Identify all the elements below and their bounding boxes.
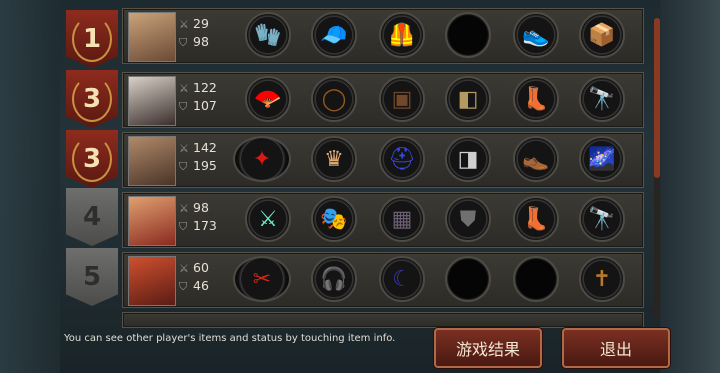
player-avatar <box>128 12 176 62</box>
attack-icon: ⚔ <box>179 142 189 155</box>
player-stats: ⚔ 142 ⛉ 195 <box>179 139 229 175</box>
binoculars-icon[interactable]: 🔭 <box>579 76 625 122</box>
twin-blades-icon[interactable]: ⚔ <box>245 196 291 242</box>
attack-icon: ⚔ <box>179 18 189 31</box>
attack-value: 29 <box>193 16 209 31</box>
defense-icon: ⛉ <box>179 160 188 173</box>
stone-armor-icon[interactable]: ▦ <box>379 196 425 242</box>
rank-badge: 3 <box>66 70 118 128</box>
player-row[interactable]: ⚔ 60 ⛉ 46 ✂ 🎧 ☾ ✝ <box>122 252 644 308</box>
defense-icon: ⛉ <box>179 220 188 233</box>
defense-icon: ⛉ <box>179 100 188 113</box>
cloak-icon[interactable]: ☾ <box>379 256 425 302</box>
cross-icon[interactable]: ✝ <box>579 256 625 302</box>
ring-icon[interactable]: ◯ <box>311 76 357 122</box>
player-row[interactable]: ⚔ 29 ⛉ 98 🧤 🧢 🦺 👟 📦 <box>122 8 644 64</box>
blue-helmet-icon[interactable]: ⛑ <box>379 136 425 182</box>
exit-button[interactable]: 退出 <box>562 328 670 368</box>
empty-slot[interactable] <box>513 256 559 302</box>
scrollbar-thumb[interactable] <box>654 18 660 178</box>
sneakers-icon[interactable]: 👟 <box>513 12 559 58</box>
defense-value: 107 <box>193 98 217 113</box>
player-stats: ⚔ 98 ⛉ 173 <box>179 199 229 235</box>
mask-icon[interactable]: 🎭 <box>311 196 357 242</box>
cap-icon[interactable]: 🧢 <box>311 12 357 58</box>
defense-value: 173 <box>193 218 217 233</box>
box-icon[interactable]: 📦 <box>579 12 625 58</box>
player-avatar <box>128 136 176 186</box>
player-stats: ⚔ 60 ⛉ 46 <box>179 259 229 295</box>
shield-icon[interactable]: ⛊ <box>445 196 491 242</box>
rank-badge: 5 <box>66 248 118 306</box>
binoculars-icon[interactable]: 🔭 <box>579 196 625 242</box>
defense-value: 195 <box>193 158 217 173</box>
defense-value: 46 <box>193 278 209 293</box>
game-result-button[interactable]: 游戏结果 <box>434 328 542 368</box>
background-left <box>0 0 60 373</box>
gauntlet-icon[interactable]: ◧ <box>445 76 491 122</box>
attack-value: 142 <box>193 140 217 155</box>
boots-icon[interactable]: 👢 <box>513 76 559 122</box>
attack-value: 60 <box>193 260 209 275</box>
rank-badge: 4 <box>66 188 118 246</box>
galaxy-icon[interactable]: 🌌 <box>579 136 625 182</box>
tiara-icon[interactable]: ♛ <box>311 136 357 182</box>
player-row[interactable]: ⚔ 142 ⛉ 195 ✦ ♛ ⛑ ◨ 👞 🌌 <box>122 132 644 188</box>
headset-icon[interactable]: 🎧 <box>311 256 357 302</box>
empty-slot[interactable] <box>445 256 491 302</box>
armor-icon[interactable]: ▣ <box>379 76 425 122</box>
rank-badge: 3 <box>66 130 118 188</box>
boots-icon[interactable]: 👢 <box>513 196 559 242</box>
silver-gauntlet-icon[interactable]: ◨ <box>445 136 491 182</box>
chainsaw-icon[interactable]: ✂ <box>233 256 291 302</box>
background-right <box>660 0 720 373</box>
hint-text: You can see other player's items and sta… <box>64 333 396 344</box>
player-row <box>122 312 644 328</box>
attack-icon: ⚔ <box>179 202 189 215</box>
rank-badge: 1 <box>66 10 118 68</box>
player-stats: ⚔ 122 ⛉ 107 <box>179 79 229 115</box>
player-avatar <box>128 76 176 126</box>
empty-slot[interactable] <box>445 12 491 58</box>
scrollbar[interactable] <box>654 18 660 318</box>
vest-icon[interactable]: 🦺 <box>379 12 425 58</box>
gloves-icon[interactable]: 🧤 <box>245 12 291 58</box>
player-row[interactable]: ⚔ 122 ⛉ 107 🪭 ◯ ▣ ◧ 👢 🔭 <box>122 72 644 128</box>
fan-icon[interactable]: 🪭 <box>245 76 291 122</box>
player-avatar <box>128 256 176 306</box>
attack-icon: ⚔ <box>179 82 189 95</box>
player-stats: ⚔ 29 ⛉ 98 <box>179 15 229 51</box>
brown-boots-icon[interactable]: 👞 <box>513 136 559 182</box>
defense-value: 98 <box>193 34 209 49</box>
defense-icon: ⛉ <box>179 36 188 49</box>
attack-icon: ⚔ <box>179 262 189 275</box>
defense-icon: ⛉ <box>179 280 188 293</box>
attack-value: 98 <box>193 200 209 215</box>
attack-value: 122 <box>193 80 217 95</box>
player-avatar <box>128 196 176 246</box>
red-armor-icon[interactable]: ✦ <box>233 136 291 182</box>
player-row[interactable]: ⚔ 98 ⛉ 173 ⚔ 🎭 ▦ ⛊ 👢 🔭 <box>122 192 644 248</box>
